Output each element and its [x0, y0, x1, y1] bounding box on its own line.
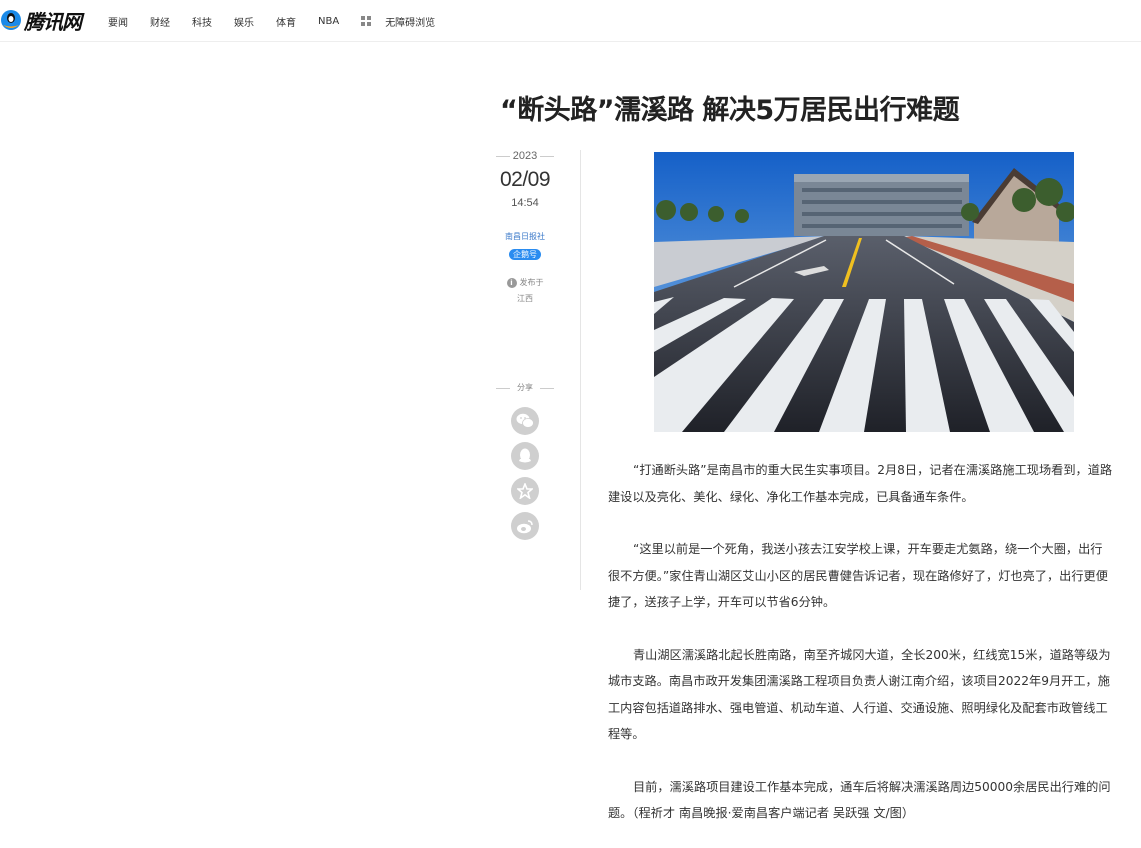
article-meta: 2023 02/09 14:54 南昌日报社 企鹅号 i 发布于 江西 [494, 148, 556, 304]
publish-location: 江西 [517, 294, 533, 303]
article-photo [654, 152, 1074, 432]
published-text: 发布于 [519, 278, 544, 287]
logo-text: 腾讯网 [24, 9, 82, 34]
nav-item-nba[interactable]: NBA [318, 16, 339, 27]
article-title: “断头路”濡溪路 解决5万居民出行难题 [500, 95, 960, 126]
penguin-badge[interactable]: 企鹅号 [509, 249, 541, 260]
weibo-share-button[interactable] [511, 512, 539, 540]
publish-time: 14:54 [511, 197, 539, 209]
nav-item-tech[interactable]: 科技 [192, 14, 212, 29]
main-nav: 要闻 财经 科技 娱乐 体育 NBA 无障碍浏览 [108, 0, 457, 42]
info-icon: i [506, 277, 517, 288]
share-label: 分享 [494, 381, 556, 395]
accessibility-link[interactable]: 无障碍浏览 [385, 14, 435, 29]
qq-icon [519, 448, 531, 463]
nav-item-finance[interactable]: 财经 [150, 14, 170, 29]
weibo-icon [517, 519, 533, 533]
top-nav-bar: 腾讯网 要闻 财经 科技 娱乐 体育 NBA 无障碍浏览 [0, 0, 1141, 42]
published-label: i 发布于 [494, 277, 556, 288]
more-grid-icon[interactable] [361, 16, 372, 26]
tencent-logo-icon [0, 9, 22, 31]
nav-item-sports[interactable]: 体育 [276, 14, 296, 29]
wechat-icon [516, 413, 534, 428]
wechat-share-button[interactable] [511, 407, 539, 435]
paragraph: 目前，濡溪路项目建设工作基本完成，通车后将解决濡溪路周边50000余居民出行难的… [608, 779, 1111, 821]
paragraph: “打通断头路”是南昌市的重大民生实事项目。2月8日，记者在濡溪路施工现场看到，道… [608, 463, 1113, 504]
nav-item-news[interactable]: 要闻 [108, 14, 128, 29]
publish-year: 2023 [494, 148, 556, 164]
favorite-icon [517, 483, 533, 499]
favorite-share-button[interactable] [511, 477, 539, 505]
nav-item-entertainment[interactable]: 娱乐 [234, 14, 254, 29]
qq-share-button[interactable] [511, 442, 539, 470]
publish-date: 02/09 [499, 168, 551, 191]
paragraph: “这里以前是一个死角，我送小孩去江安学校上课，开车要走尤氨路，绕一个大圈，出行很… [608, 542, 1108, 609]
tencent-logo[interactable]: 腾讯网 [0, 6, 82, 34]
article-body: “打通断头路”是南昌市的重大民生实事项目。2月8日，记者在濡溪路施工现场看到，道… [608, 457, 1114, 848]
meta-divider [580, 150, 581, 590]
paragraph: 青山湖区濡溪路北起长胜南路，南至齐城冈大道，全长200米，红线宽15米，道路等级… [608, 647, 1111, 742]
source-link[interactable]: 南昌日报社 [494, 231, 556, 242]
